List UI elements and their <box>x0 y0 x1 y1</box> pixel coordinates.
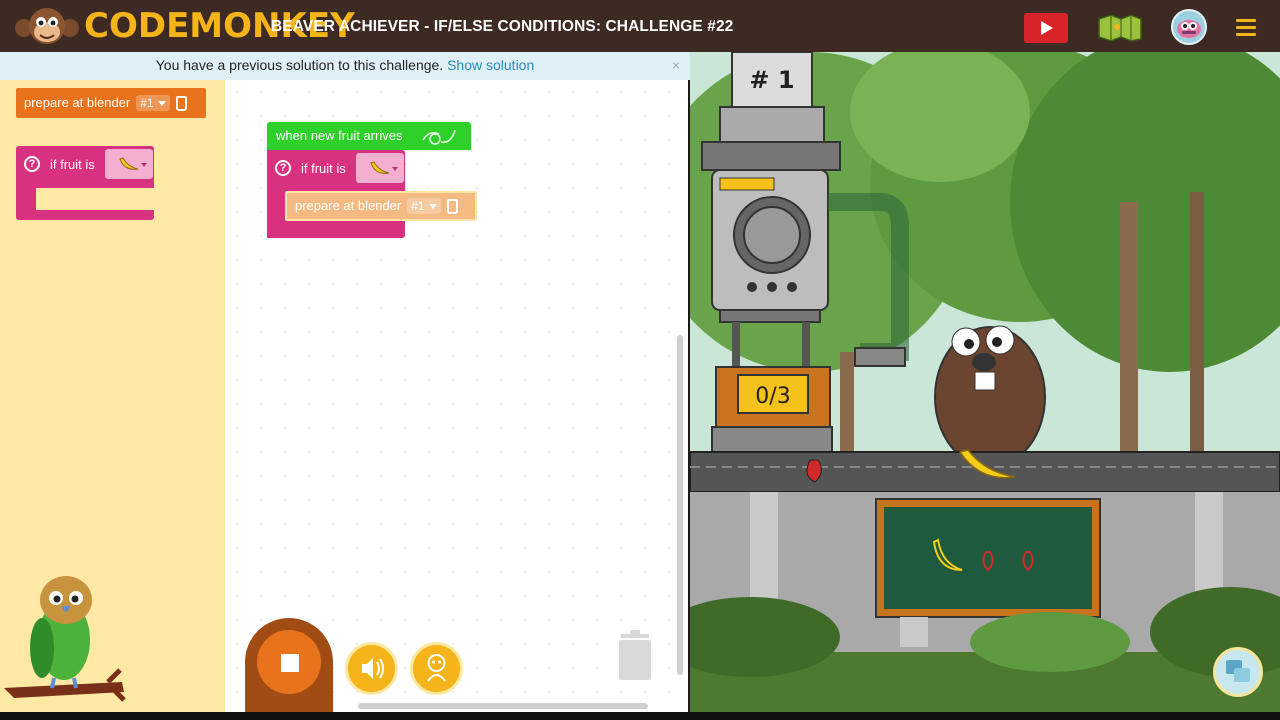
trash-icon[interactable] <box>617 630 653 682</box>
fruit-dropdown[interactable] <box>104 149 153 179</box>
robot-icon <box>427 654 446 682</box>
if-block-label: if fruit is <box>301 160 346 176</box>
top-header: CODEMONKEY BEAVER ACHIEVER - IF/ELSE CON… <box>0 0 1280 52</box>
blender-cup-icon <box>446 198 458 214</box>
play-video-button[interactable] <box>1024 13 1068 43</box>
blender-dropdown[interactable]: #1 <box>136 95 170 111</box>
stop-icon <box>281 654 299 672</box>
hint-icon <box>1226 660 1250 682</box>
banana-icon <box>370 161 389 174</box>
close-notice-icon[interactable]: × <box>672 52 680 79</box>
stop-button[interactable] <box>245 618 333 712</box>
fruits-icon <box>422 129 456 145</box>
show-solution-link[interactable]: Show solution <box>447 57 534 73</box>
fruit-dropdown[interactable] <box>355 153 404 183</box>
bottom-edge <box>0 712 1280 720</box>
event-block-label: when new fruit arrives <box>276 128 403 143</box>
banana-icon <box>119 157 138 170</box>
blender-dropdown[interactable]: #1 <box>407 198 441 214</box>
toolbox-if-block[interactable]: ? if fruit is <box>16 146 154 220</box>
toolbox-prepare-block[interactable]: prepare at blender #1 <box>16 88 206 118</box>
sound-button[interactable] <box>345 642 398 695</box>
notice-text: You have a previous solution to this cha… <box>155 57 444 73</box>
question-icon: ? <box>275 160 291 176</box>
monkey-face-icon <box>15 8 79 44</box>
map-icon[interactable] <box>1097 13 1143 43</box>
blender-cup-icon <box>175 95 187 111</box>
previous-solution-notice: You have a previous solution to this cha… <box>0 52 690 80</box>
hint-button[interactable] <box>1213 647 1263 697</box>
challenge-title: BEAVER ACHIEVER - IF/ELSE CONDITIONS: CH… <box>271 18 734 35</box>
speaker-icon <box>362 658 384 679</box>
robot-button[interactable] <box>410 642 463 695</box>
workspace-prepare-block[interactable]: prepare at blender #1 <box>285 191 477 221</box>
fruit-counter: 0/3 <box>755 384 790 409</box>
machine-number-label: # 1 <box>749 66 794 94</box>
if-block-label: if fruit is <box>50 156 95 172</box>
parrot-mascot-icon[interactable] <box>4 570 126 710</box>
workspace-event-block[interactable]: when new fruit arrives <box>267 122 471 150</box>
question-icon: ? <box>24 156 40 172</box>
prepare-block-label: prepare at blender <box>24 95 131 110</box>
workspace-horizontal-scrollbar[interactable] <box>358 703 648 709</box>
game-scene[interactable]: # 1 0/3 <box>690 52 1280 712</box>
workspace-vertical-scrollbar[interactable] <box>677 335 683 675</box>
avatar-icon[interactable] <box>1171 9 1207 45</box>
hamburger-menu-icon[interactable] <box>1236 19 1256 37</box>
prepare-block-label: prepare at blender <box>295 198 402 213</box>
if-block-slot <box>36 188 154 210</box>
